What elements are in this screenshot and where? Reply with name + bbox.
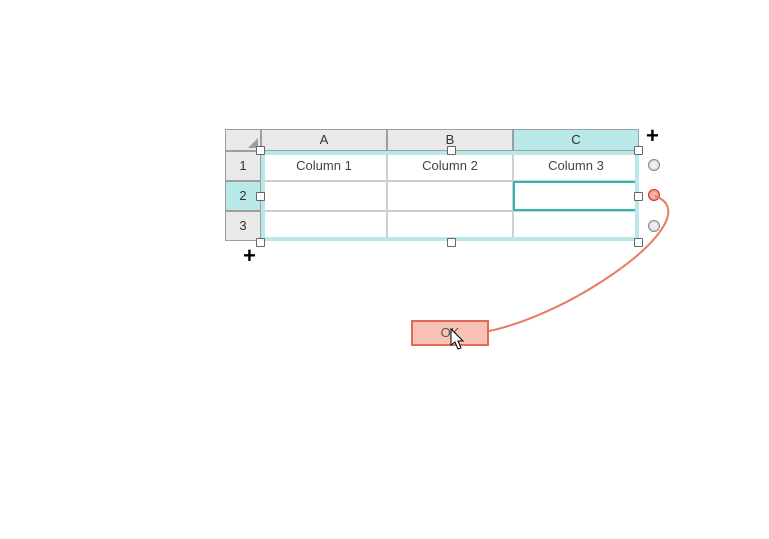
column-header-A[interactable]: A (261, 129, 387, 151)
add-row-icon[interactable]: + (243, 245, 256, 267)
cell-C1[interactable]: Column 3 (513, 151, 639, 181)
cell-B1[interactable]: Column 2 (387, 151, 513, 181)
cell-B2[interactable] (387, 181, 513, 211)
column-header-C[interactable]: C (513, 129, 639, 151)
cell-C3[interactable] (513, 211, 639, 241)
connector-anchor[interactable] (648, 159, 660, 171)
connector-anchor[interactable] (648, 220, 660, 232)
cell-A3[interactable] (261, 211, 387, 241)
add-column-icon[interactable]: + (646, 125, 659, 147)
ok-button[interactable]: OK (411, 320, 489, 346)
row-header-1[interactable]: 1 (225, 151, 261, 181)
cell-C2[interactable] (513, 181, 639, 211)
cell-B3[interactable] (387, 211, 513, 241)
cell-A2[interactable] (261, 181, 387, 211)
column-header-B[interactable]: B (387, 129, 513, 151)
connector-curve (0, 0, 769, 539)
cell-A1[interactable]: Column 1 (261, 151, 387, 181)
row-header-2[interactable]: 2 (225, 181, 261, 211)
row-header-3[interactable]: 3 (225, 211, 261, 241)
connector-anchor-active[interactable] (648, 189, 660, 201)
select-all-corner[interactable] (225, 129, 261, 151)
